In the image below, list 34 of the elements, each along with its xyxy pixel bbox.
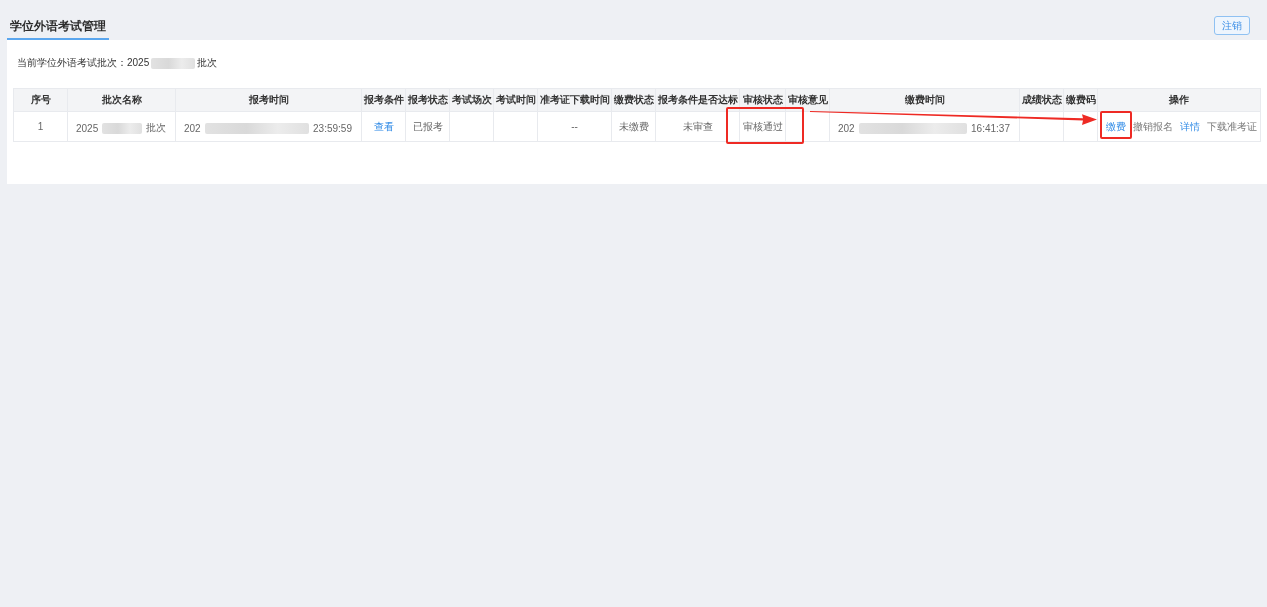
- action-link[interactable]: 详情: [1180, 120, 1200, 132]
- view-link[interactable]: 查看: [373, 120, 394, 132]
- cell-text: 23:59:59: [313, 122, 352, 134]
- current-batch-label: 当前学位外语考试批次：2025: [17, 57, 150, 69]
- column-header: 缴费状态: [611, 88, 656, 112]
- action-link[interactable]: 缴费: [1106, 120, 1126, 132]
- column-header: 审核意见: [785, 88, 830, 112]
- column-header: 考试场次: [449, 88, 494, 112]
- cell-text: 批次: [146, 121, 166, 135]
- table-cell: 未缴费: [611, 111, 656, 142]
- column-header: 报考条件: [361, 88, 406, 112]
- cell-text: 16:41:37: [971, 122, 1010, 134]
- cell-text: 202: [184, 122, 201, 134]
- column-header: 缴费码: [1063, 88, 1098, 112]
- table-cell: 1: [13, 111, 68, 142]
- table-cell: 未审查: [655, 111, 740, 142]
- column-header: 操作: [1097, 88, 1261, 112]
- column-header: 准考证下载时间: [537, 88, 612, 112]
- current-batch-suffix: 批次: [197, 57, 218, 69]
- column-header: 报考时间: [175, 88, 362, 112]
- column-header: 考试时间: [493, 88, 538, 112]
- column-header: 缴费时间: [829, 88, 1020, 112]
- table-cell: --: [537, 111, 612, 142]
- column-header: 报考条件是否达标: [655, 88, 740, 112]
- column-header: 报考状态: [405, 88, 450, 112]
- column-header: 批次名称: [67, 88, 176, 112]
- column-header: 成绩状态: [1019, 88, 1064, 112]
- cell-text: 2025: [76, 122, 99, 134]
- status-text: 审核通过: [742, 120, 783, 132]
- redacted-block: [102, 122, 142, 134]
- table-cell: 已报考: [405, 111, 450, 142]
- cell-text: 202: [838, 122, 855, 134]
- logout-button[interactable]: 注销: [1214, 16, 1250, 35]
- column-header: 序号: [13, 88, 68, 112]
